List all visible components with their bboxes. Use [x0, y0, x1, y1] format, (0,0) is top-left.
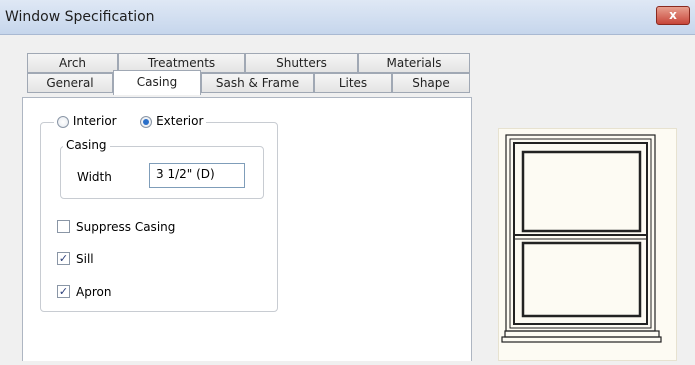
exterior-radio-label[interactable]: Exterior [156, 114, 203, 128]
casing-group-label: Casing [63, 138, 110, 152]
tab-shutters[interactable]: Shutters [245, 53, 358, 73]
window-title: Window Specification [5, 9, 155, 25]
close-button[interactable]: x [656, 6, 690, 25]
window-preview-drawing [501, 134, 662, 343]
width-input[interactable]: 3 1/2" (D) [149, 163, 245, 188]
window-preview [498, 128, 677, 361]
sill-label[interactable]: Sill [76, 252, 94, 266]
suppress-casing-checkbox[interactable] [57, 220, 70, 233]
exterior-radio[interactable] [140, 115, 153, 128]
tab-arch[interactable]: Arch [27, 53, 118, 73]
tab-casing[interactable]: Casing [113, 70, 201, 95]
tab-general[interactable]: General [27, 73, 113, 93]
tab-shape[interactable]: Shape [392, 73, 470, 93]
tab-materials[interactable]: Materials [358, 53, 470, 73]
width-label: Width [77, 170, 112, 184]
apron-checkbox[interactable]: ✓ [57, 285, 70, 298]
tab-lites[interactable]: Lites [314, 73, 392, 93]
title-bar: Window Specification x [0, 0, 695, 35]
side-radio-group: Interior Exterior [54, 114, 207, 128]
apron-label[interactable]: Apron [76, 285, 111, 299]
interior-radio[interactable] [57, 115, 69, 128]
sill-checkbox[interactable]: ✓ [57, 252, 70, 265]
interior-radio-label[interactable]: Interior [73, 114, 117, 128]
tab-sash-frame[interactable]: Sash & Frame [201, 73, 314, 93]
suppress-casing-label[interactable]: Suppress Casing [76, 220, 175, 234]
